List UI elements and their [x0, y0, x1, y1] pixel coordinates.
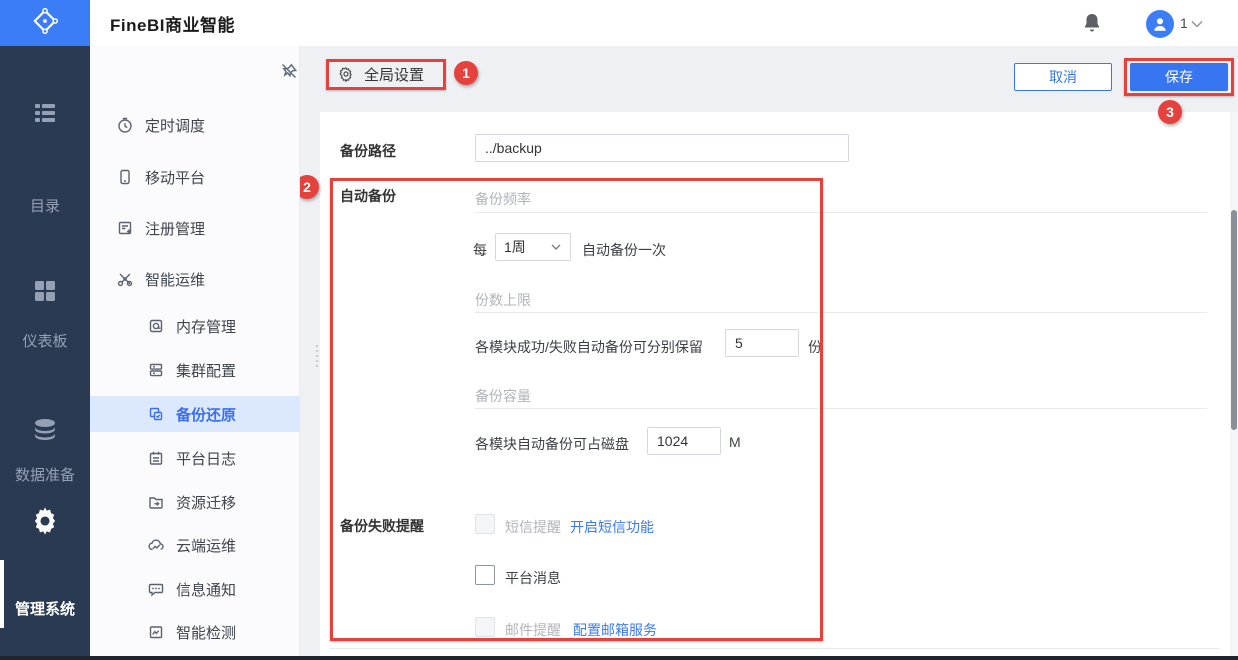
sms-alert-label: 短信提醒 [505, 519, 561, 535]
app-title: FineBI商业智能 [110, 15, 235, 35]
annotation-badge-1: 1 [454, 61, 478, 85]
frequency-select-value: 1周 [504, 239, 526, 255]
sidebar-item-data-preparation[interactable] [0, 416, 90, 449]
menu-item-cluster-config[interactable]: 集群配置 [90, 352, 300, 388]
enable-sms-link[interactable]: 开启短信功能 [570, 517, 654, 537]
menu-item-memory-management[interactable]: 内存管理 [90, 308, 300, 344]
configure-email-link[interactable]: 配置邮箱服务 [573, 620, 657, 640]
memory-icon [147, 317, 165, 335]
top-bar: FineBI商业智能 1 [0, 0, 1238, 46]
backup-path-input[interactable] [475, 134, 849, 162]
every-suffix-text: 自动备份一次 [582, 242, 666, 258]
global-settings-tab[interactable]: 全局设置 [329, 63, 434, 85]
directory-list-icon [0, 99, 90, 132]
capacity-input[interactable] [647, 427, 721, 455]
menu-item-label: 智能运维 [145, 271, 206, 289]
menu-item-label: 内存管理 [176, 318, 237, 336]
platform-message-checkbox[interactable] [475, 565, 495, 585]
menu-item-backup-restore[interactable]: 备份还原 [90, 396, 300, 432]
scrollbar-thumb[interactable] [1231, 210, 1237, 430]
menu-item-mobile-platform[interactable]: 移动平台 [90, 159, 300, 195]
finebi-logo-icon [31, 7, 59, 40]
sms-alert-checkbox [475, 514, 495, 534]
email-alert-checkbox [475, 617, 495, 637]
menu-item-label: 智能检测 [176, 624, 237, 642]
menu-item-platform-log[interactable]: 平台日志 [90, 440, 300, 476]
gear-outline-icon [338, 66, 354, 83]
backup-capacity-label: 备份容量 [475, 388, 531, 404]
menu-item-label: 集群配置 [176, 362, 237, 380]
backup-fail-alert-label: 备份失败提醒 [340, 518, 424, 534]
save-button[interactable]: 保存 [1130, 63, 1228, 91]
folder-migrate-icon [147, 493, 165, 511]
database-icon [0, 416, 90, 449]
sidebar-item-directory[interactable] [0, 99, 90, 132]
notification-bell-icon[interactable] [1080, 11, 1104, 35]
divider [475, 212, 1207, 213]
sidebar-label-management-system[interactable]: 管理系统 [0, 598, 90, 619]
chevron-down-icon[interactable] [1189, 17, 1207, 29]
user-avatar[interactable] [1146, 10, 1174, 38]
divider [330, 648, 1220, 649]
menu-item-label: 信息通知 [176, 581, 237, 599]
menu-item-label: 云端运维 [176, 537, 237, 555]
menu-item-scheduled-tasks[interactable]: 定时调度 [90, 107, 300, 143]
user-count: 1 [1180, 15, 1188, 31]
every-prefix-text: 每 [473, 242, 487, 258]
auto-backup-label: 自动备份 [340, 188, 396, 204]
menu-item-label: 平台日志 [176, 450, 237, 468]
platform-message-label: 平台消息 [505, 570, 561, 586]
backup-frequency-label: 备份频率 [475, 191, 531, 207]
detect-chart-icon [147, 623, 165, 641]
menu-item-label: 移动平台 [145, 169, 206, 187]
settings-panel [320, 112, 1230, 657]
sidebar-label-directory[interactable]: 目录 [0, 195, 90, 216]
cluster-servers-icon [147, 361, 165, 379]
mobile-device-icon [116, 168, 134, 186]
count-limit-unit: 份 [808, 339, 822, 355]
frequency-select[interactable]: 1周 [495, 233, 571, 261]
count-limit-label: 份数上限 [475, 292, 531, 308]
menu-item-label: 备份还原 [176, 406, 237, 424]
backup-path-label: 备份路径 [340, 143, 396, 159]
sidebar-item-management-system[interactable] [0, 505, 90, 542]
backup-restore-icon [147, 405, 165, 423]
capacity-unit: M [729, 434, 741, 450]
annotation-badge-3: 3 [1158, 100, 1182, 124]
divider [475, 312, 1207, 313]
intelligent-ops-icon [116, 270, 134, 288]
menu-item-intelligent-ops[interactable]: 智能运维 [90, 261, 300, 297]
sidebar-label-dashboard[interactable]: 仪表板 [0, 330, 90, 351]
divider [475, 408, 1207, 409]
menu-item-resource-migration[interactable]: 资源迁移 [90, 484, 300, 520]
cloud-ops-icon [147, 536, 165, 554]
sidebar-label-data-preparation[interactable]: 数据准备 [0, 464, 90, 485]
global-settings-label: 全局设置 [364, 66, 425, 84]
finebi-logo[interactable] [0, 0, 90, 46]
menu-item-label: 定时调度 [145, 117, 206, 135]
unpin-icon[interactable] [278, 60, 300, 82]
count-limit-input[interactable] [725, 329, 799, 357]
secondary-sidebar: 定时调度 移动平台 注册管理 智能运维 内存管理 集群配置 备份还原 平台日志 … [90, 46, 300, 660]
sidebar-item-dashboard[interactable] [0, 277, 90, 310]
menu-item-registration[interactable]: 注册管理 [90, 210, 300, 246]
clock-schedule-icon [116, 116, 134, 134]
menu-item-message-notification[interactable]: 信息通知 [90, 571, 300, 607]
menu-item-label: 资源迁移 [176, 494, 237, 512]
chat-bubble-icon [147, 580, 165, 598]
cancel-button[interactable]: 取消 [1014, 63, 1112, 91]
menu-item-label: 注册管理 [145, 220, 206, 238]
menu-item-intelligent-detection[interactable]: 智能检测 [90, 614, 300, 650]
register-document-icon [116, 219, 134, 237]
window-bottom-edge [0, 656, 1238, 660]
gear-icon [0, 505, 90, 542]
chevron-down-icon [550, 239, 562, 255]
menu-item-cloud-ops[interactable]: 云端运维 [90, 527, 300, 563]
capacity-text: 各模块自动备份可占磁盘 [475, 436, 629, 452]
count-limit-text: 各模块成功/失败自动备份可分别保留 [475, 339, 703, 355]
email-alert-label: 邮件提醒 [505, 622, 561, 638]
dashboard-grid-icon [0, 277, 90, 310]
calendar-log-icon [147, 449, 165, 467]
primary-sidebar: 目录 仪表板 数据准备 管理系统 [0, 46, 90, 660]
